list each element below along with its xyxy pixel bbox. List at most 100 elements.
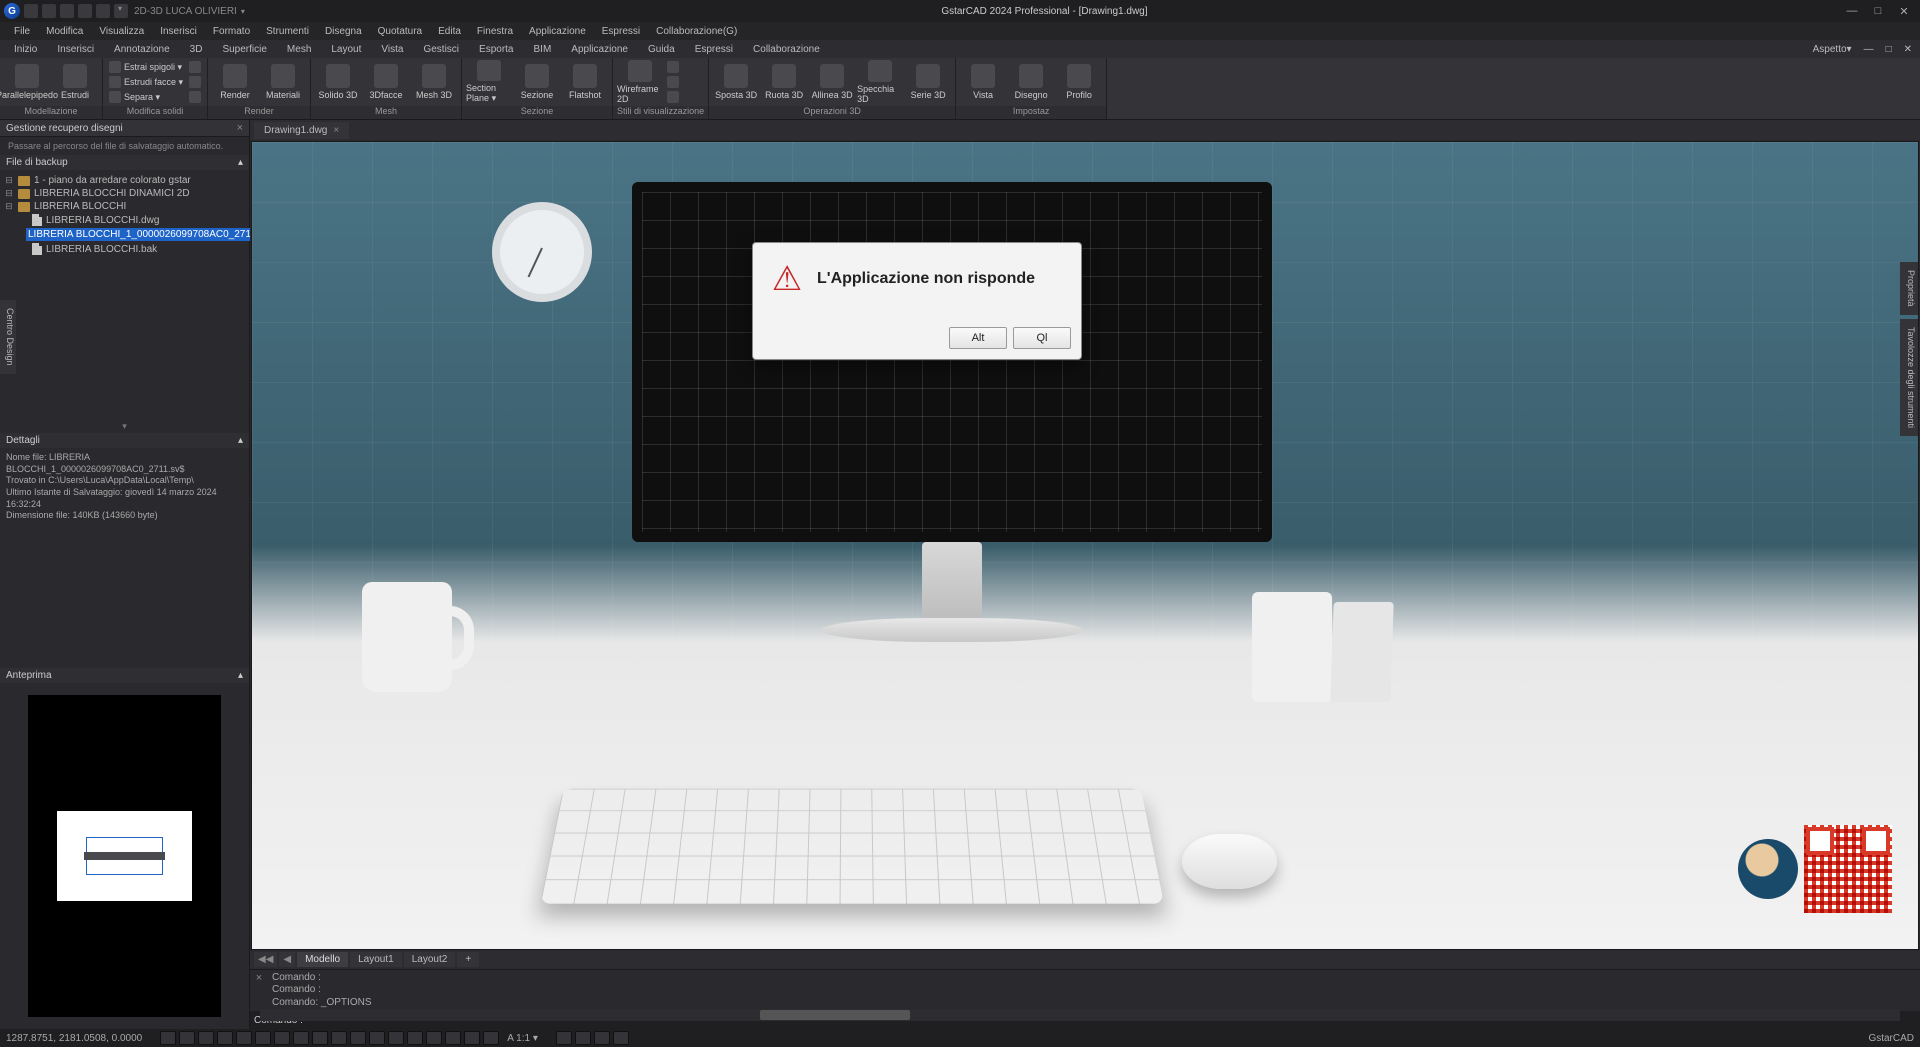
- tab-bim[interactable]: BIM: [524, 41, 562, 58]
- ribbon-close-icon[interactable]: ✕: [1900, 42, 1916, 57]
- menu-visualizza[interactable]: Visualizza: [91, 24, 152, 39]
- tree-node[interactable]: LIBRERIA BLOCCHI.dwg: [4, 213, 245, 227]
- layout-tab-model[interactable]: Modello: [297, 952, 348, 967]
- btn-sposta3d[interactable]: Sposta 3D: [713, 60, 759, 104]
- menu-espressi[interactable]: Espressi: [594, 24, 648, 39]
- btn-materiali[interactable]: Materiali: [260, 60, 306, 104]
- toggle-qp-icon[interactable]: [445, 1031, 461, 1045]
- error-btn-1[interactable]: Alt: [949, 327, 1007, 349]
- btn-style-3[interactable]: [665, 90, 681, 104]
- viewport[interactable]: ⚠︎ L'Applicazione non risponde Alt Ql Pr…: [251, 141, 1919, 950]
- btn-misc-3[interactable]: [187, 90, 203, 104]
- btn-separa[interactable]: Separa ▾: [107, 90, 185, 104]
- toggle-c-icon[interactable]: [594, 1031, 610, 1045]
- qat-undo-icon[interactable]: [78, 4, 92, 18]
- qat-dropdown-icon[interactable]: ▾: [114, 4, 128, 18]
- vtab-proprieta[interactable]: Proprietà: [1900, 262, 1918, 315]
- app-logo-icon[interactable]: G: [4, 3, 20, 19]
- toggle-extra2-icon[interactable]: [483, 1031, 499, 1045]
- btn-parallelepipedo[interactable]: Parallelepipedo: [4, 60, 50, 104]
- maximize-button[interactable]: □: [1866, 3, 1890, 19]
- collapse-icon[interactable]: ▴: [238, 157, 243, 168]
- tab-vista[interactable]: Vista: [371, 41, 413, 58]
- ribbon-help-icon[interactable]: □: [1882, 42, 1896, 57]
- menu-disegna[interactable]: Disegna: [317, 24, 370, 39]
- tab-collaborazione[interactable]: Collaborazione: [743, 41, 830, 58]
- collapse-icon[interactable]: ▴: [238, 435, 243, 446]
- minimize-button[interactable]: —: [1840, 3, 1864, 19]
- tab-espressi[interactable]: Espressi: [685, 41, 743, 58]
- toggle-snap-icon[interactable]: [179, 1031, 195, 1045]
- collapse-icon[interactable]: ▴: [238, 670, 243, 681]
- left-vertical-tab[interactable]: Centro Design: [0, 300, 16, 374]
- vtab-tavolozze[interactable]: Tavolozze degli strumenti: [1900, 319, 1918, 436]
- cmd-close-icon[interactable]: ×: [250, 970, 268, 1012]
- toggle-ortho-icon[interactable]: [198, 1031, 214, 1045]
- btn-disegno[interactable]: Disegno: [1008, 60, 1054, 104]
- resize-handle[interactable]: ▾: [0, 420, 249, 433]
- tree-node-selected[interactable]: LIBRERIA BLOCCHI_1_0000026099708AC0_2711…: [4, 227, 245, 242]
- btn-style-2[interactable]: [665, 75, 681, 89]
- doc-tab-close-icon[interactable]: ×: [333, 125, 339, 136]
- btn-estrai-spigoli[interactable]: Estrai spigoli ▾: [107, 60, 185, 74]
- qat-redo-icon[interactable]: [96, 4, 110, 18]
- aspetto-dropdown[interactable]: Aspetto▾: [1809, 42, 1856, 57]
- layout-nav-first[interactable]: ◀◀: [254, 952, 277, 967]
- btn-mesh3d[interactable]: Mesh 3D: [411, 60, 457, 104]
- menu-collaborazione[interactable]: Collaborazione(G): [648, 24, 745, 39]
- btn-style-1[interactable]: [665, 60, 681, 74]
- toggle-model-icon[interactable]: [312, 1031, 328, 1045]
- tab-superficie[interactable]: Superficie: [212, 41, 276, 58]
- toggle-lock-icon[interactable]: [369, 1031, 385, 1045]
- tree-node[interactable]: ⊟1 - piano da arredare colorato gstar: [4, 174, 245, 187]
- toggle-extra1-icon[interactable]: [464, 1031, 480, 1045]
- scrollbar-thumb[interactable]: [760, 1010, 910, 1020]
- menu-edita[interactable]: Edita: [430, 24, 469, 39]
- tree-node[interactable]: LIBRERIA BLOCCHI.bak: [4, 242, 245, 256]
- menu-inserisci[interactable]: Inserisci: [152, 24, 205, 39]
- btn-ruota3d[interactable]: Ruota 3D: [761, 60, 807, 104]
- menu-modifica[interactable]: Modifica: [38, 24, 91, 39]
- toggle-a-icon[interactable]: [556, 1031, 572, 1045]
- expand-icon[interactable]: ⊟: [4, 188, 14, 199]
- status-scale[interactable]: A 1:1 ▾: [507, 1033, 538, 1044]
- btn-sectionplane[interactable]: Section Plane ▾: [466, 60, 512, 104]
- toggle-grid-icon[interactable]: [160, 1031, 176, 1045]
- qat-save-icon[interactable]: [60, 4, 74, 18]
- menu-quotatura[interactable]: Quotatura: [370, 24, 430, 39]
- tree-node[interactable]: ⊟LIBRERIA BLOCCHI DINAMICI 2D: [4, 187, 245, 200]
- btn-vista[interactable]: Vista: [960, 60, 1006, 104]
- tab-annotazione[interactable]: Annotazione: [104, 41, 180, 58]
- toggle-otrack-icon[interactable]: [255, 1031, 271, 1045]
- tab-mesh[interactable]: Mesh: [277, 41, 321, 58]
- tab-inizio[interactable]: Inizio: [4, 41, 47, 58]
- layout-tab-2[interactable]: Layout2: [404, 952, 456, 967]
- tab-esporta[interactable]: Esporta: [469, 41, 523, 58]
- btn-solido3d[interactable]: Solido 3D: [315, 60, 361, 104]
- toggle-osnap-icon[interactable]: [236, 1031, 252, 1045]
- toggle-anno-icon[interactable]: [331, 1031, 347, 1045]
- toggle-b-icon[interactable]: [575, 1031, 591, 1045]
- menu-finestra[interactable]: Finestra: [469, 24, 521, 39]
- tab-gestisci[interactable]: Gestisci: [413, 41, 469, 58]
- error-btn-2[interactable]: Ql: [1013, 327, 1071, 349]
- toggle-ws-icon[interactable]: [350, 1031, 366, 1045]
- workspace-dropdown-icon[interactable]: ▾: [237, 7, 249, 16]
- menu-strumenti[interactable]: Strumenti: [258, 24, 317, 39]
- toggle-iso-icon[interactable]: [407, 1031, 423, 1045]
- btn-flatshot[interactable]: Flatshot: [562, 60, 608, 104]
- menu-file[interactable]: File: [6, 24, 38, 39]
- btn-estrudi-facce[interactable]: Estrudi facce ▾: [107, 75, 185, 89]
- btn-render[interactable]: Render: [212, 60, 258, 104]
- tab-applicazione[interactable]: Applicazione: [561, 41, 638, 58]
- toggle-polar-icon[interactable]: [217, 1031, 233, 1045]
- tab-3d[interactable]: 3D: [180, 41, 213, 58]
- toggle-dyn-icon[interactable]: [293, 1031, 309, 1045]
- btn-allinea3d[interactable]: Allinea 3D: [809, 60, 855, 104]
- tree-node[interactable]: ⊟LIBRERIA BLOCCHI: [4, 200, 245, 213]
- expand-icon[interactable]: ⊟: [4, 201, 14, 212]
- btn-serie3d[interactable]: Serie 3D: [905, 60, 951, 104]
- ribbon-min-icon[interactable]: —: [1860, 42, 1878, 57]
- menu-applicazione[interactable]: Applicazione: [521, 24, 594, 39]
- layout-nav-prev[interactable]: ◀: [279, 952, 295, 967]
